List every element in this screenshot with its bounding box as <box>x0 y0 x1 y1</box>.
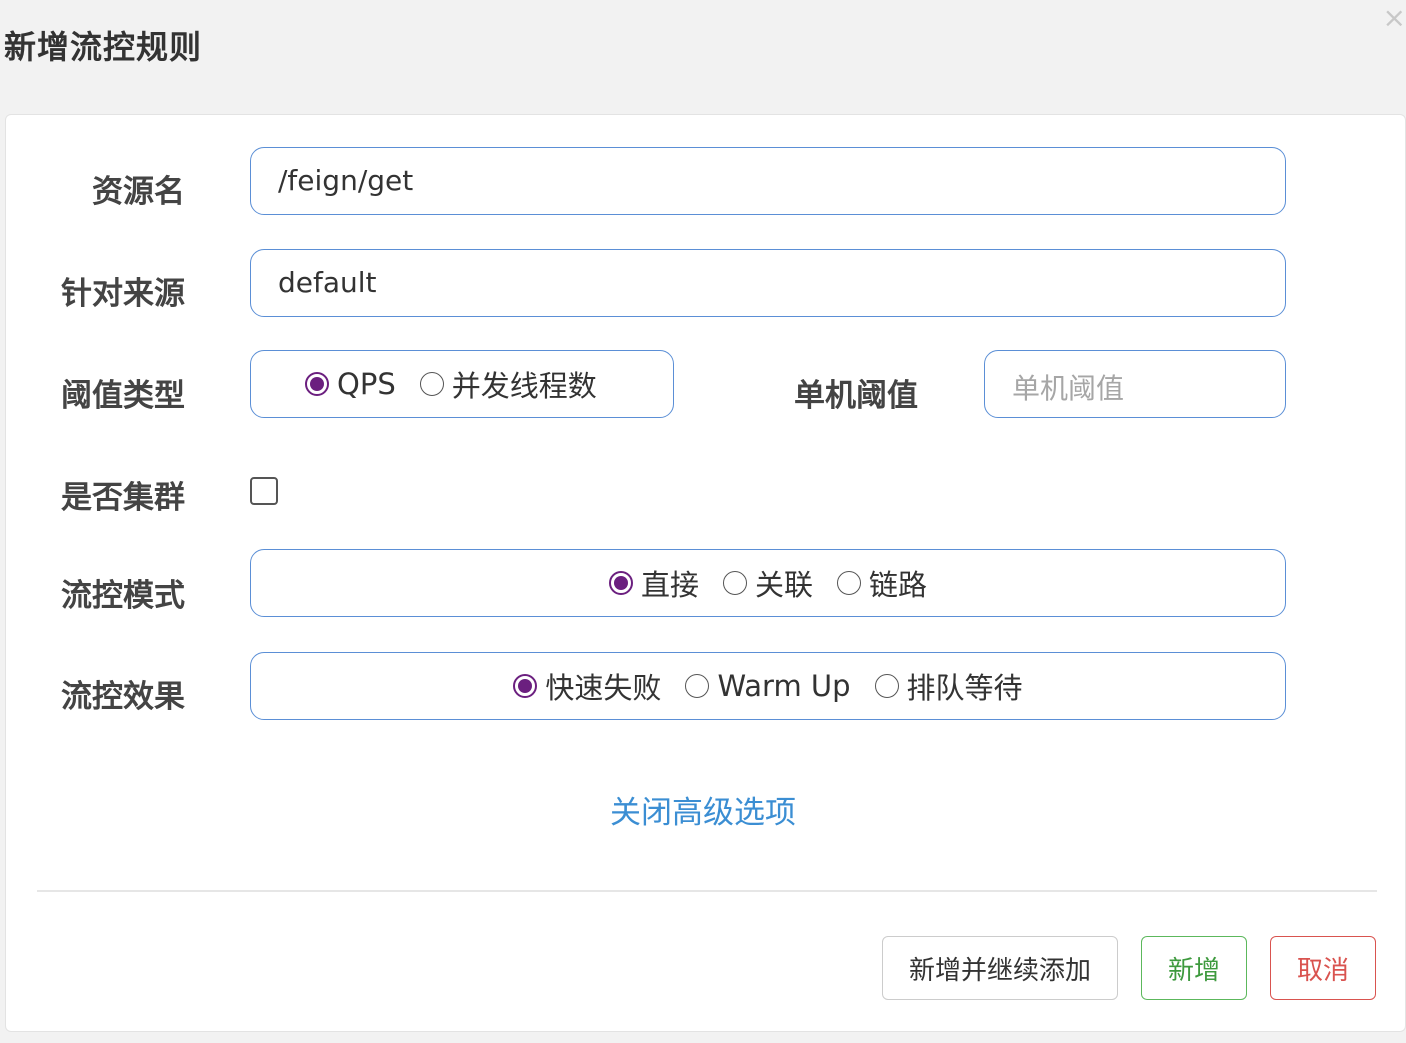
radio-label: 关联 <box>754 568 813 602</box>
radio-related[interactable]: 关联 <box>722 562 813 604</box>
single-threshold-placeholder: 单机阈值 <box>1012 372 1125 405</box>
add-button[interactable]: 新增 <box>1141 936 1247 1000</box>
radio-selected-icon <box>608 571 633 595</box>
origin-input[interactable]: default <box>250 249 1286 317</box>
radio-warm-up[interactable]: Warm Up <box>685 669 851 703</box>
radio-empty-icon <box>874 674 899 698</box>
radio-selected-icon <box>513 674 538 698</box>
cluster-checkbox[interactable] <box>250 477 278 505</box>
radio-selected-icon <box>305 372 329 396</box>
footer-divider <box>37 890 1377 892</box>
origin-value: default <box>278 266 377 299</box>
advanced-options-toggle[interactable]: 关闭高级选项 <box>0 787 1406 832</box>
radio-label: 链路 <box>869 568 928 602</box>
radio-label: 并发线程数 <box>451 369 597 403</box>
single-threshold-label: 单机阈值 <box>794 378 918 414</box>
radio-label: 排队等待 <box>906 671 1023 705</box>
radio-fast-fail[interactable]: 快速失败 <box>513 665 661 707</box>
add-and-continue-button[interactable]: 新增并继续添加 <box>882 936 1118 1000</box>
radio-label: Warm Up <box>717 669 851 703</box>
flow-effect-group: 快速失败 Warm Up 排队等待 <box>250 652 1286 720</box>
radio-queue-wait[interactable]: 排队等待 <box>874 665 1023 707</box>
cancel-button[interactable]: 取消 <box>1270 936 1376 1000</box>
radio-label: QPS <box>337 367 396 401</box>
dialog-title: 新增流控规则 <box>4 28 203 66</box>
radio-label: 直接 <box>640 568 699 602</box>
flow-effect-label: 流控效果 <box>61 679 185 715</box>
radio-label: 快速失败 <box>545 671 662 705</box>
radio-chain[interactable]: 链路 <box>837 562 927 604</box>
radio-empty-icon <box>685 674 710 698</box>
single-threshold-input[interactable]: 单机阈值 <box>984 350 1286 418</box>
close-icon[interactable]: × <box>1383 4 1406 32</box>
flow-mode-group: 直接 关联 链路 <box>250 549 1286 617</box>
resource-value: /feign/get <box>278 164 414 197</box>
radio-direct[interactable]: 直接 <box>608 562 699 604</box>
resource-label: 资源名 <box>92 174 185 210</box>
radio-empty-icon <box>722 571 747 595</box>
cluster-label: 是否集群 <box>61 480 185 516</box>
threshold-type-label: 阈值类型 <box>61 378 185 414</box>
radio-thread-count[interactable]: 并发线程数 <box>419 363 597 405</box>
resource-input[interactable]: /feign/get <box>250 147 1286 215</box>
radio-empty-icon <box>837 571 861 595</box>
origin-label: 针对来源 <box>61 276 185 312</box>
threshold-type-group: QPS 并发线程数 <box>250 350 674 418</box>
radio-empty-icon <box>419 372 444 396</box>
flow-mode-label: 流控模式 <box>61 578 185 614</box>
radio-qps[interactable]: QPS <box>305 367 396 401</box>
